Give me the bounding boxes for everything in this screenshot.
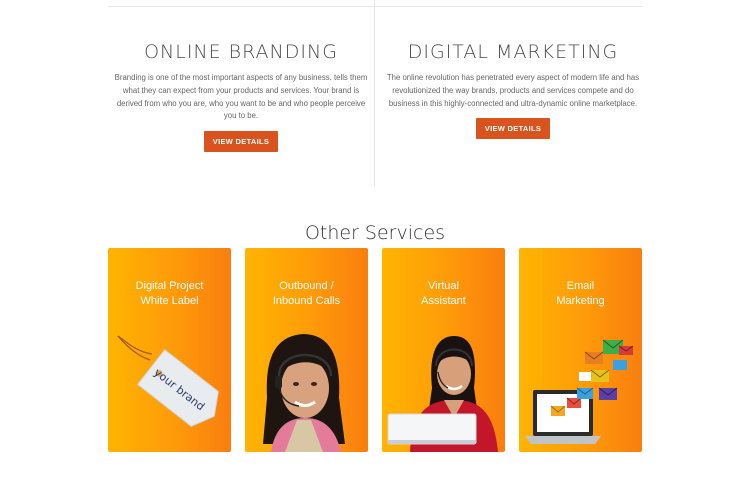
feature-digital-marketing: DIGITAL MARKETING The online revolution … — [380, 38, 646, 140]
service-card-calls[interactable]: Outbound / Inbound Calls — [245, 248, 368, 452]
service-card-virtual-assistant[interactable]: Virtual Assistant — [382, 248, 505, 452]
call-center-agent-image — [263, 334, 345, 452]
email-laptop-icon — [525, 339, 634, 444]
other-services-title: Other Services — [304, 222, 446, 244]
view-details-button[interactable]: VIEW DETAILS — [203, 131, 279, 153]
feature-title: ONLINE BRANDING — [144, 41, 338, 63]
virtual-assistant-image — [387, 336, 498, 452]
feature-online-branding: ONLINE BRANDING Branding is one of the m… — [108, 38, 374, 153]
service-card-digital-project[interactable]: Digital Project White Label your brand — [108, 248, 231, 452]
feature-title: DIGITAL MARKETING — [407, 41, 619, 63]
feature-description: The online revolution has penetrated eve… — [386, 73, 640, 108]
service-card-email-marketing[interactable]: Email Marketing — [519, 248, 642, 452]
top-divider — [108, 6, 642, 7]
column-divider — [374, 0, 375, 186]
brand-tag-icon: your brand — [117, 335, 219, 427]
feature-description: Branding is one of the most important as… — [114, 73, 368, 121]
view-details-button[interactable]: VIEW DETAILS — [475, 118, 551, 140]
